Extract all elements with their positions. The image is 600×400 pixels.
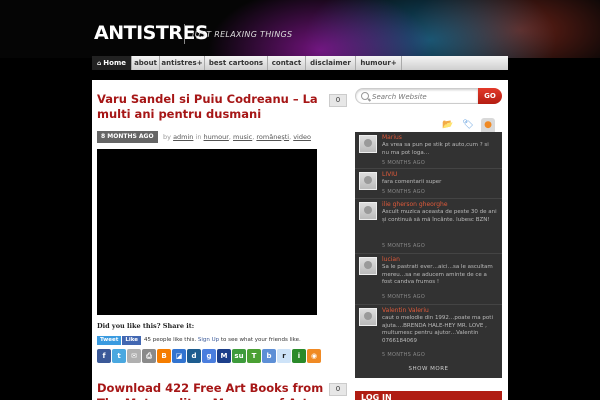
content-page: Varu Sandel si Puiu Codreanu – La multi … (92, 80, 508, 400)
delicious-icon[interactable]: ◪ (172, 349, 186, 363)
comment-count-badge[interactable]: 0 (329, 383, 347, 396)
nav-item-antistres-plus[interactable]: antistres+ (160, 56, 205, 70)
myspace-icon[interactable]: M (217, 349, 231, 363)
comment-time: 5 MONTHS AGO (382, 243, 426, 249)
site-header: ANTISTRES JUST RELAXING THINGS (0, 0, 600, 58)
nav-item-contact[interactable]: contact (268, 56, 306, 70)
comment-item[interactable]: LIVIU fara comentarii super 5 MONTHS AGO (355, 169, 502, 199)
logo-divider (184, 24, 185, 44)
print-icon[interactable]: ⎙ (142, 349, 156, 363)
avatar (359, 135, 377, 153)
in-label: in (195, 133, 202, 141)
avatar (359, 308, 377, 326)
post-title[interactable]: Varu Sandel si Puiu Codreanu – La multi … (97, 92, 335, 122)
avatar (359, 202, 377, 220)
post-preview: Download 422 Free Art Books from The Met… (97, 381, 347, 400)
identica-icon[interactable]: i (292, 349, 306, 363)
search-box (355, 88, 479, 104)
post-meta-text: by admin in humour, music, românești, vi… (163, 133, 311, 141)
by-label: by (163, 133, 171, 141)
comment-item[interactable]: lucian Sa le pastrati ever…aici…sa le as… (355, 254, 502, 305)
comment-text: fara comentarii super (382, 179, 442, 185)
comment-text: As vrea sa pun pe stik pt auto,cum ? si … (382, 142, 489, 156)
category-link-humour[interactable]: humour (204, 133, 229, 141)
comment-time: 5 MONTHS AGO (382, 189, 426, 195)
comment-item[interactable]: Marius As vrea sa pun pe stik pt auto,cu… (355, 132, 502, 169)
main-column: Varu Sandel si Puiu Codreanu – La multi … (97, 92, 347, 363)
nav-item-humour-plus[interactable]: humour+ (356, 56, 402, 70)
recent-comments-panel: Marius As vrea sa pun pe stik pt auto,cu… (355, 132, 502, 378)
stumbleupon-icon[interactable]: su (232, 349, 246, 363)
comments-tab-icon[interactable]: ● (481, 118, 495, 132)
rss-icon[interactable]: ◉ (307, 349, 321, 363)
blogger-icon[interactable]: B (157, 349, 171, 363)
like-button[interactable]: Like (122, 336, 141, 345)
tweet-button[interactable]: Tweet (97, 336, 122, 345)
share-label: Did you like this? Share it: (97, 322, 195, 330)
author-link[interactable]: admin (173, 133, 193, 141)
comment-text: Ascult muzica aceasta de peste 30 de ani… (382, 209, 497, 223)
category-link-romanesti[interactable]: românești (256, 133, 289, 141)
buzz-icon[interactable]: b (262, 349, 276, 363)
date-badge: 8 MONTHS AGO (97, 131, 158, 143)
signup-link[interactable]: Sign Up (198, 337, 219, 343)
nav-item-disclaimer[interactable]: disclaimer (306, 56, 356, 70)
search-button[interactable]: GO (478, 88, 502, 104)
comment-author[interactable]: Valentin Valeriu (382, 307, 429, 314)
digg-icon[interactable]: d (187, 349, 201, 363)
comment-author[interactable]: Marius (382, 134, 402, 141)
comment-item[interactable]: ilie gherson gheorghe Ascult muzica acea… (355, 199, 502, 254)
technorati-icon[interactable]: T (247, 349, 261, 363)
share-icons-row: f t ✉ ⎙ B ◪ d g Msu Tb r i ◉ (97, 349, 322, 363)
sidebar-tabs: 📂 🏷 ● (355, 118, 502, 132)
comment-text: Sa le pastrati ever…aici…sa le ascultam … (382, 264, 493, 285)
post-meta: 8 MONTHS AGO by admin in humour, music, … (97, 131, 347, 143)
social-buttons-row: Tweet Like 45 people like this. Sign Up to… (97, 336, 301, 345)
like-count-text: 45 people like this. Sign Up to see what… (144, 336, 301, 345)
search-icon (361, 92, 369, 100)
reddit-icon[interactable]: r (277, 349, 291, 363)
nav-item-label: Home (103, 59, 126, 67)
category-link-video[interactable]: video (293, 133, 311, 141)
avatar (359, 172, 377, 190)
nav-item-best-cartoons[interactable]: best cartoons (205, 56, 268, 70)
main-nav: ⌂ Home about antistres+ best cartoons con… (92, 56, 508, 70)
comment-count-badge[interactable]: 0 (329, 94, 347, 107)
comment-author[interactable]: LIVIU (382, 171, 397, 178)
comment-author[interactable]: ilie gherson gheorghe (382, 201, 448, 208)
tags-tab-icon[interactable]: 🏷 (461, 118, 475, 132)
twitter-icon[interactable]: t (112, 349, 126, 363)
nav-item-home[interactable]: ⌂ Home (92, 56, 132, 70)
site-tagline: JUST RELAXING THINGS (192, 30, 293, 39)
category-link-music[interactable]: music (233, 133, 252, 141)
post-title[interactable]: Download 422 Free Art Books from The Met… (97, 381, 335, 400)
comment-item[interactable]: Valentin Valeriu caut o melodie din 1992… (355, 305, 502, 362)
email-icon[interactable]: ✉ (127, 349, 141, 363)
video-player[interactable] (97, 149, 317, 315)
facebook-icon[interactable]: f (97, 349, 111, 363)
site-logo[interactable]: ANTISTRES (94, 22, 209, 44)
comment-text: caut o melodie din 1992…poate ma poti aj… (382, 315, 493, 344)
comment-time: 5 MONTHS AGO (382, 294, 426, 300)
comment-author[interactable]: lucian (382, 256, 400, 263)
home-icon: ⌂ (96, 60, 102, 67)
categories-tab-icon[interactable]: 📂 (441, 118, 455, 132)
comment-time: 5 MONTHS AGO (382, 352, 426, 358)
google-icon[interactable]: g (202, 349, 216, 363)
signup-text: to see what your friends like. (220, 337, 301, 343)
search-input[interactable] (372, 90, 476, 103)
comment-time: 5 MONTHS AGO (382, 160, 426, 166)
show-more-link[interactable]: SHOW MORE (355, 366, 502, 372)
avatar (359, 257, 377, 275)
like-count: 45 people like this. (143, 337, 197, 343)
login-widget-title[interactable]: LOG IN (355, 391, 502, 400)
nav-item-about[interactable]: about (132, 56, 160, 70)
